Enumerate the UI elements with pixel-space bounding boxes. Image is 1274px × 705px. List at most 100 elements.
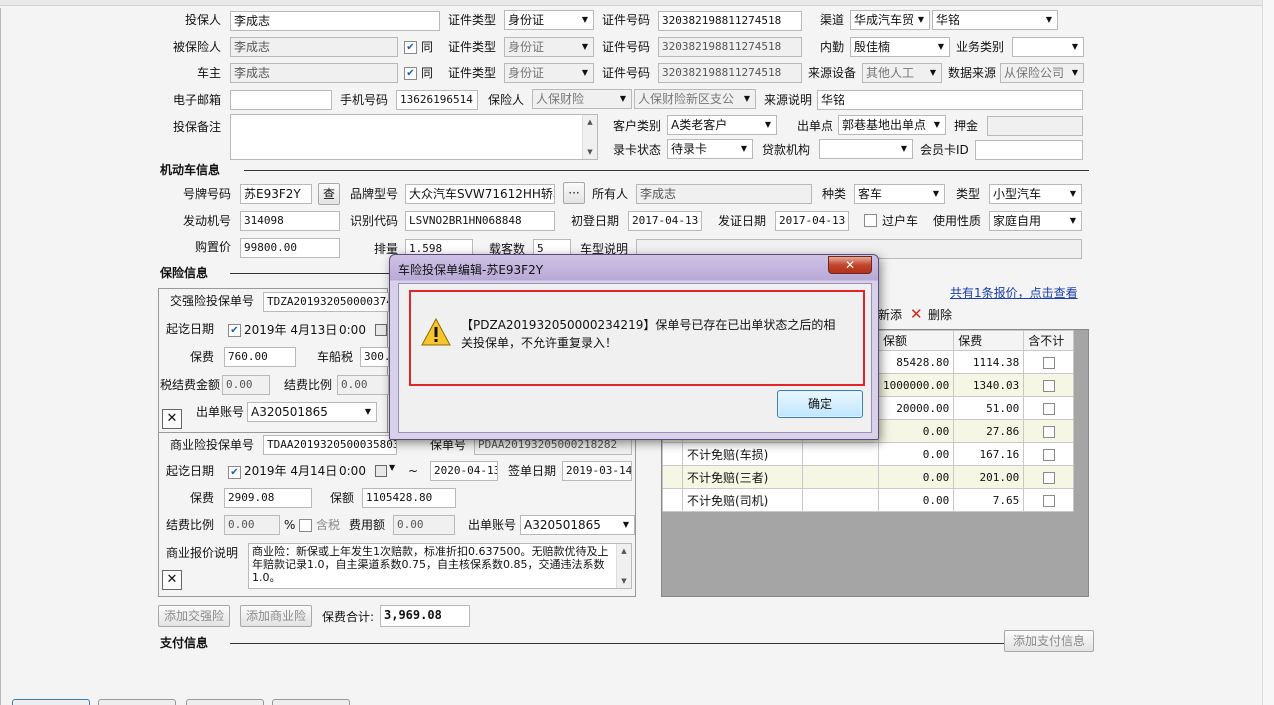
com-fee-input[interactable]: 0.00: [393, 515, 455, 535]
com-start-date[interactable]: 2019年 4月14日: [244, 462, 337, 480]
com-quote-desc-textarea[interactable]: 商业险：新保或上年发生1次赔款，标准折扣0.637500。无赔款优待及上年赔款记…: [248, 543, 632, 589]
deposit-input[interactable]: [987, 116, 1083, 136]
bottom-button-4[interactable]: [272, 699, 350, 705]
owner-input[interactable]: 李成志: [230, 63, 398, 83]
data-source-select[interactable]: 从保险公司 ▼: [1000, 63, 1084, 83]
model-lookup-button[interactable]: ···: [563, 182, 585, 204]
insurer-select-1[interactable]: 人保财险 ▼: [532, 89, 632, 109]
com-sign-date-input[interactable]: 2019-03-14: [562, 461, 632, 481]
ctp-settle-ratio-input[interactable]: 0.00: [337, 375, 389, 395]
internal-select[interactable]: 殷佳楠 ▼: [850, 37, 950, 57]
chevron-down-icon[interactable]: ▼: [389, 463, 395, 472]
coverage-premium[interactable]: 167.16: [953, 442, 1025, 466]
issue-point-select[interactable]: 郭巷基地出单点 ▼: [838, 115, 946, 135]
remark-scrollbar[interactable]: ▲ ▼: [582, 115, 597, 159]
coverage-premium[interactable]: 1340.03: [953, 373, 1025, 397]
coverage-amount[interactable]: 0.00: [877, 419, 955, 443]
email-input[interactable]: [230, 90, 332, 110]
coverage-excl-checkbox[interactable]: [1042, 494, 1055, 507]
bottom-button-1[interactable]: [12, 699, 90, 705]
applicant-id-no-input[interactable]: 320382198811274518: [658, 11, 802, 31]
price-input[interactable]: 99800.00: [240, 238, 340, 258]
coverage-amount[interactable]: 0.00: [877, 488, 955, 512]
coverage-premium[interactable]: 1114.38: [953, 350, 1025, 374]
dialog-close-button[interactable]: ✕: [828, 256, 872, 274]
com-settle-ratio-input[interactable]: 0.00: [224, 515, 280, 535]
quote-desc-scrollbar[interactable]: ▲ ▼: [616, 544, 631, 588]
coverage-premium[interactable]: 201.00: [953, 465, 1025, 489]
ctp-start-time[interactable]: 0:00: [339, 321, 366, 339]
add-commercial-button[interactable]: 添加商业险: [240, 605, 312, 627]
ctp-vessel-tax-input[interactable]: 300.: [360, 347, 389, 367]
quote-link[interactable]: 共有1条报价，点击查看: [950, 284, 1078, 301]
usage-select[interactable]: 家庭自用 ▼: [989, 211, 1082, 231]
add-payment-button[interactable]: 添加支付信息: [1004, 630, 1094, 652]
engine-input[interactable]: 314098: [240, 211, 340, 231]
calendar-icon[interactable]: [375, 465, 387, 477]
customer-type-select[interactable]: A类老客户 ▼: [667, 115, 777, 135]
applicant-input[interactable]: 李成志: [230, 11, 440, 31]
scroll-down-icon[interactable]: ▼: [617, 574, 631, 588]
com-sum-input[interactable]: 1105428.80: [362, 488, 456, 508]
ctp-account-select[interactable]: A320501865 ▼: [247, 402, 377, 422]
vin-input[interactable]: LSVNO2BR1HN068848: [405, 211, 555, 231]
source-note-input[interactable]: 华铭: [817, 90, 1083, 110]
coverage-premium[interactable]: 51.00: [953, 396, 1025, 420]
coverage-excl-checkbox[interactable]: [1042, 448, 1055, 461]
ctp-start-checkbox[interactable]: ✔: [228, 324, 241, 337]
owner-id-no-input[interactable]: 320382198811274518: [658, 63, 802, 83]
coverage-amount[interactable]: 20000.00: [877, 396, 955, 420]
coverage-premium[interactable]: 27.86: [953, 419, 1025, 443]
transfer-checkbox[interactable]: [864, 214, 877, 227]
holder-input[interactable]: 李成志: [636, 184, 812, 204]
source-device-select[interactable]: 其他人工 ▼: [862, 63, 942, 83]
coverage-excl-checkbox[interactable]: [1042, 379, 1055, 392]
applicant-id-type-select[interactable]: 身份证 ▼: [504, 10, 594, 30]
add-ctp-button[interactable]: 添加交强险: [158, 605, 230, 627]
insured-id-no-input[interactable]: 320382198811274518: [658, 37, 802, 57]
com-remove-button[interactable]: ✕: [162, 570, 182, 590]
ctp-start-date[interactable]: 2019年 4月13日: [244, 321, 337, 339]
scroll-up-icon[interactable]: ▲: [583, 115, 597, 129]
coverage-excl-checkbox[interactable]: [1042, 402, 1055, 415]
bottom-button-3[interactable]: [186, 699, 264, 705]
loan-org-select[interactable]: ▼: [819, 139, 913, 159]
com-tax-incl-checkbox[interactable]: [299, 519, 312, 532]
coverage-premium[interactable]: 7.65: [953, 488, 1025, 512]
first-reg-input[interactable]: 2017-04-13: [628, 211, 702, 231]
com-start-checkbox[interactable]: ✔: [228, 466, 241, 479]
cert-date-input[interactable]: 2017-04-13: [775, 211, 849, 231]
coverage-excl-checkbox[interactable]: [1042, 471, 1055, 484]
delete-icon[interactable]: ✕: [910, 305, 923, 323]
member-input[interactable]: [975, 140, 1083, 160]
ctp-remove-button[interactable]: ✕: [162, 409, 182, 429]
com-start-time[interactable]: 0:00: [339, 462, 366, 480]
model-input[interactable]: 大众汽车SVW71612HH轿车: [405, 184, 555, 204]
ctp-premium-input[interactable]: 760.00: [224, 347, 296, 367]
table-row[interactable]: 不计免赔(司机) 0.00 7.65: [662, 488, 1075, 512]
card-status-select[interactable]: 待录卡 ▼: [667, 139, 753, 159]
ctp-no-input[interactable]: TDZA20193205000037429: [263, 292, 389, 312]
table-row[interactable]: 不计免赔(车损) 0.00 167.16: [662, 442, 1075, 466]
bottom-button-2[interactable]: [98, 699, 176, 705]
scroll-up-icon[interactable]: ▲: [617, 544, 631, 558]
kind-select[interactable]: 客车 ▼: [854, 184, 945, 204]
insured-id-type-select[interactable]: 身份证 ▼: [504, 37, 594, 57]
biz-type-select[interactable]: ▼: [1012, 37, 1084, 57]
channel-select-1[interactable]: 华成汽车贸 ▼: [850, 10, 930, 30]
phone-input[interactable]: 13626196514: [396, 90, 478, 110]
channel-select-2[interactable]: 华铭 ▼: [932, 10, 1058, 30]
ok-button[interactable]: 确定: [777, 390, 863, 418]
com-end-date-input[interactable]: 2020-04-13: [430, 461, 498, 481]
add-coverage-label[interactable]: 新添: [878, 306, 902, 324]
com-no-input[interactable]: TDAA20193205000358033: [263, 435, 397, 455]
coverage-amount[interactable]: 1000000.00: [877, 373, 955, 397]
plate-query-button[interactable]: 查: [318, 183, 340, 205]
coverage-amount[interactable]: 0.00: [877, 442, 955, 466]
right-scrollbar[interactable]: [1262, 0, 1274, 705]
remark-textarea[interactable]: ▲ ▼: [230, 114, 598, 160]
plate-input[interactable]: 苏E93F2Y: [240, 184, 312, 204]
owner-same-checkbox[interactable]: ✔: [404, 67, 417, 80]
com-account-select[interactable]: A320501865 ▼: [520, 515, 635, 535]
owner-id-type-select[interactable]: 身份证 ▼: [504, 63, 594, 83]
